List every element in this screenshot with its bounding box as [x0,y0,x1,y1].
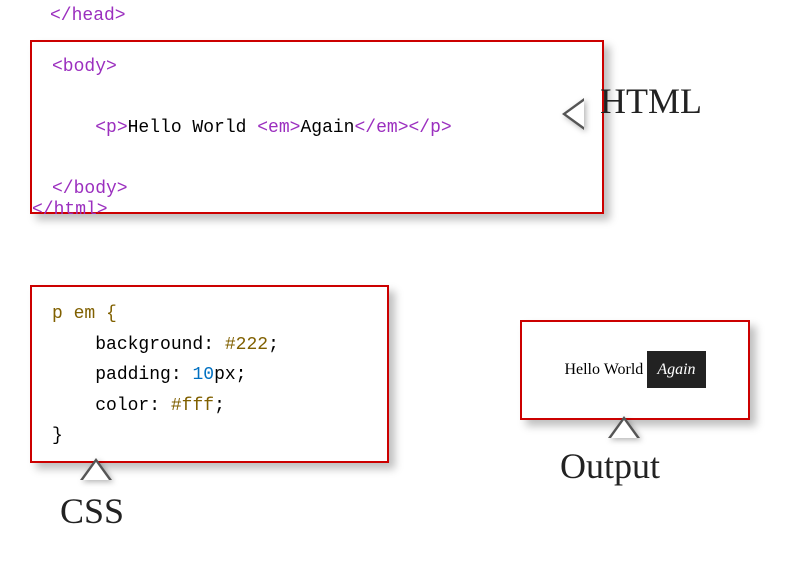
output-text: Hello World [564,361,647,378]
css-prop-color: color [95,396,149,416]
p-close-tag: </p> [409,118,452,138]
label-html: HTML [600,80,702,122]
body-open-tag: <body> [52,57,117,77]
output-em: Again [647,351,705,388]
label-output: Output [560,445,660,487]
chevron-left-icon [562,98,602,128]
text-again: Again [300,118,354,138]
css-code-box: p em { background: #222; padding: 10px; … [30,285,389,463]
p-open-tag: <p> [95,118,127,138]
html-code-box: <body> <p>Hello World <em>Again</em></p>… [30,40,604,214]
em-open-tag: <em> [257,118,300,138]
css-code: p em { background: #222; padding: 10px; … [52,299,367,452]
body-close-tag: </body> [52,179,128,199]
output-box: Hello World Again [520,320,750,420]
chevron-up-icon [608,416,648,446]
css-selector: p em { [52,304,117,324]
html-code: <body> <p>Hello World <em>Again</em></p>… [52,52,582,205]
css-prop-padding: padding [95,365,171,385]
em-close-tag: </em> [354,118,408,138]
text-hello: Hello World [128,118,258,138]
chevron-up-icon [80,458,120,488]
label-css: CSS [60,490,124,532]
output-rendered: Hello World Again [564,361,705,379]
head-close-tag: </head> [50,6,126,26]
css-prop-bg: background [95,335,203,355]
html-close-tag: </html> [32,200,108,220]
css-close-brace: } [52,426,63,446]
